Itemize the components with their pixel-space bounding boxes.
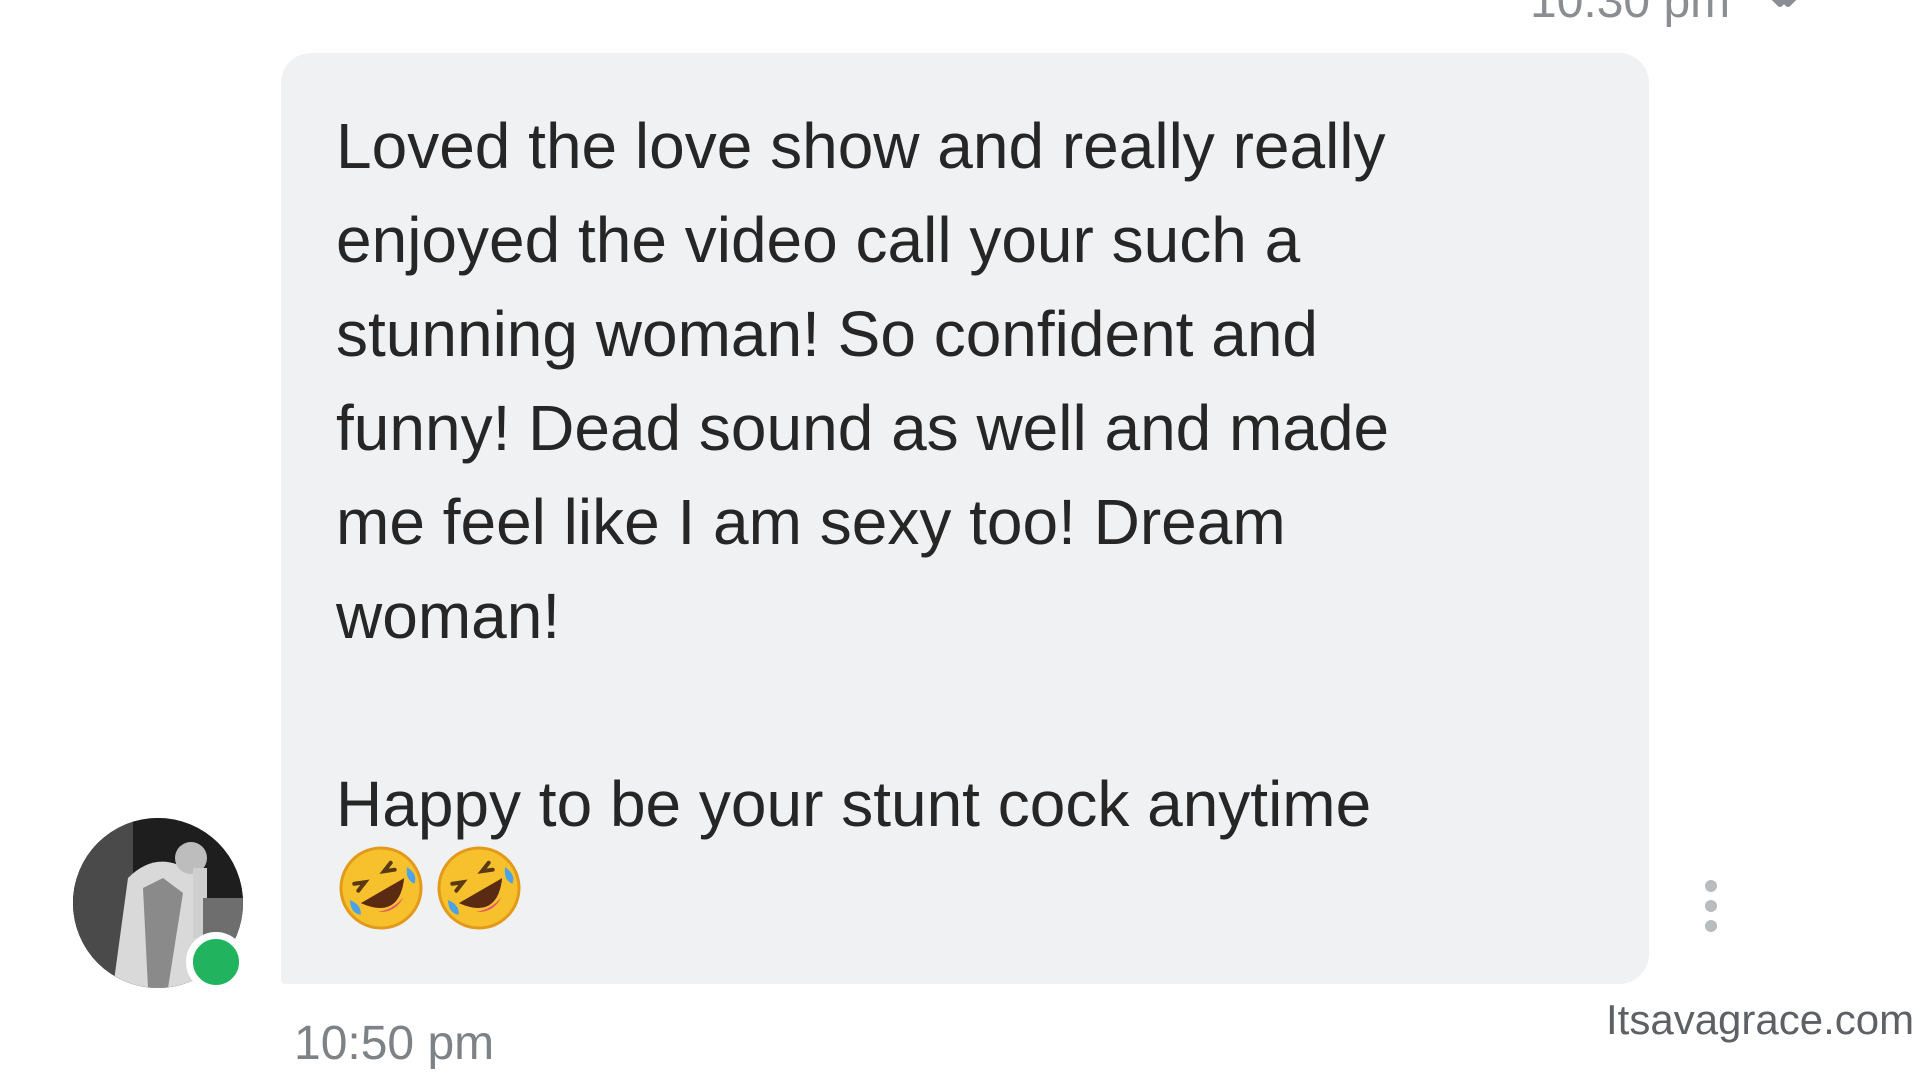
double-check-icon (1771, 0, 1797, 7)
watermark: Itsavagrace.com (1606, 996, 1915, 1043)
emoji-row (336, 843, 524, 933)
message-timestamp: 10:50 pm (294, 1017, 495, 1070)
online-status-indicator (186, 932, 246, 992)
rofl-emoji-icon (339, 846, 423, 930)
message-bubble[interactable]: Loved the love show and really really en… (281, 53, 1649, 984)
previous-message-timestamp: 10:30 pm (1530, 0, 1731, 28)
message-text: Loved the love show and really really en… (336, 110, 1390, 840)
more-vertical-icon[interactable] (1699, 878, 1723, 934)
chat-screen: 10:30 pm Loved the love show and really … (0, 0, 1920, 1074)
rofl-emoji-icon (437, 846, 521, 930)
